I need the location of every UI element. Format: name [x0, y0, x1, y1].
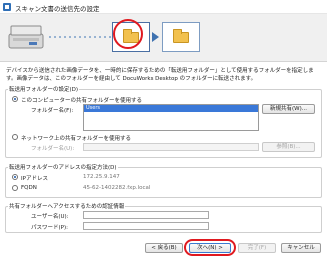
flow-dot	[49, 36, 51, 38]
flow-dot	[109, 36, 111, 38]
folder-icon	[173, 29, 189, 43]
network-folder-label: フォルダー名(U):	[31, 146, 75, 152]
flow-dot	[99, 36, 101, 38]
local-share-radio[interactable]	[12, 96, 18, 102]
app-icon	[3, 3, 11, 11]
ip-value: 172.25.9.147	[83, 174, 120, 180]
destination-folder-step	[162, 22, 200, 52]
flow-dot	[89, 36, 91, 38]
network-share-label: ネットワーク上の共有フォルダーを使用する	[21, 136, 132, 142]
username-input[interactable]	[83, 211, 209, 219]
flow-dot	[54, 36, 56, 38]
flow-dot	[64, 36, 66, 38]
local-share-label: このコンピューターの共有フォルダーを使用する	[21, 98, 143, 104]
auth-group-title: 共有フォルダーへアクセスするための認証情報	[8, 202, 126, 210]
wizard-banner	[0, 14, 327, 62]
fqdn-radio[interactable]	[12, 185, 18, 191]
highlight-circle	[113, 19, 143, 49]
back-button[interactable]: < 戻る(B)	[145, 243, 183, 253]
password-label: パスワード(P):	[31, 225, 68, 231]
ip-label: IPアドレス	[21, 176, 48, 182]
fqdn-value: 45-62-1402282.fxp.local	[83, 185, 151, 191]
flow-dot	[59, 36, 61, 38]
list-item[interactable]: Users	[84, 105, 258, 112]
folder-listbox[interactable]: Users	[83, 104, 259, 131]
username-label: ユーザー名(U):	[31, 214, 69, 220]
fqdn-label: FQDN	[21, 185, 37, 191]
flow-dot	[104, 36, 106, 38]
flow-dot	[74, 36, 76, 38]
new-share-button[interactable]: 新規共有(W)...	[262, 104, 315, 114]
address-group-title: 転送用フォルダーのアドレスの指定方法(D)	[8, 163, 118, 171]
flow-dot	[84, 36, 86, 38]
browse-button[interactable]: 参照(B)...	[262, 142, 315, 152]
address-group	[5, 167, 322, 198]
ip-radio[interactable]	[12, 174, 18, 180]
flow-dot	[94, 36, 96, 38]
description-text: デバイスから送信された画像データを、一時的に保存するための「転送用フォルダー」と…	[6, 68, 314, 82]
folder-name-label: フォルダー名(F):	[31, 108, 74, 114]
window-title: スキャン文書の送信先の設定	[15, 5, 100, 13]
highlight-oval	[184, 239, 236, 256]
network-folder-input[interactable]	[83, 143, 259, 151]
arrow-right-icon	[152, 32, 159, 42]
transfer-folder-group-title: 転送用フォルダーの設定(D)	[8, 85, 80, 93]
cancel-button[interactable]: キャンセル	[281, 243, 321, 253]
finish-button[interactable]: 完了(F)	[238, 243, 276, 253]
password-input[interactable]	[83, 222, 209, 230]
network-share-radio[interactable]	[12, 134, 18, 140]
flow-dot	[69, 36, 71, 38]
title-bar: スキャン文書の送信先の設定	[0, 0, 327, 14]
flow-dot	[79, 36, 81, 38]
scanner-icon	[8, 25, 44, 49]
